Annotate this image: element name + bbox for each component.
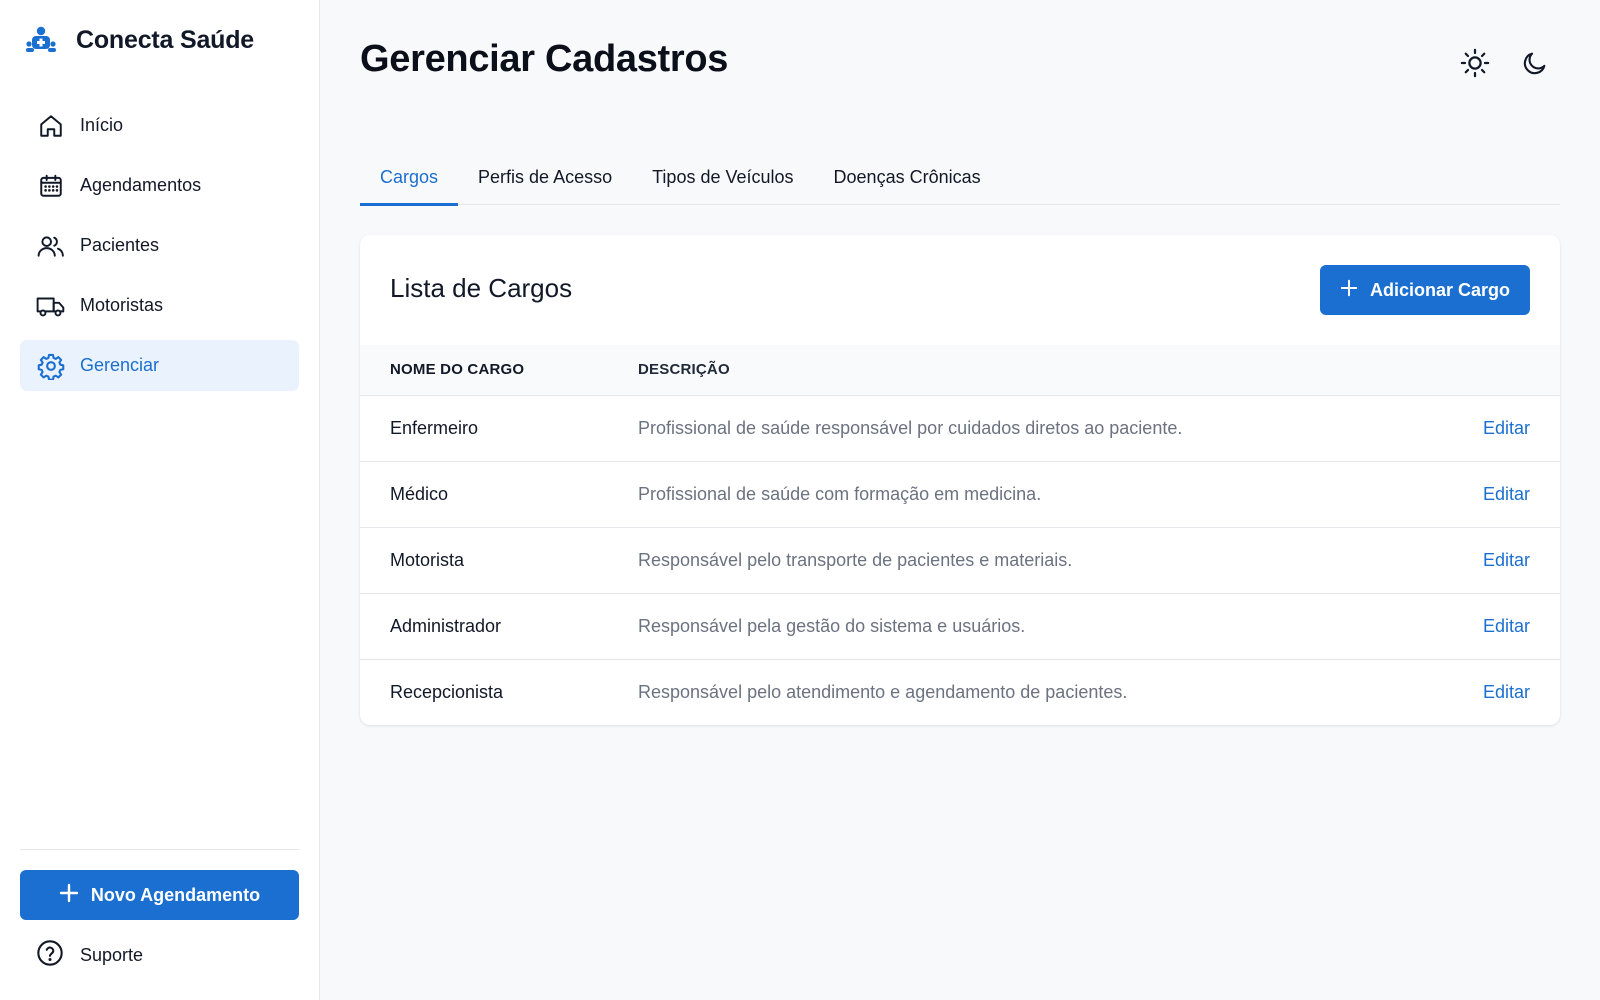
medical-team-logo-icon bbox=[24, 25, 58, 55]
role-description: Responsável pelo atendimento e agendamen… bbox=[638, 681, 1128, 702]
roles-table: NOME DO CARGO DESCRIÇÃO Enfermeiro Profi… bbox=[360, 345, 1560, 725]
role-name: Administrador bbox=[390, 615, 502, 636]
add-role-label: Adicionar Cargo bbox=[1369, 279, 1511, 300]
edit-link[interactable]: Editar bbox=[1483, 550, 1530, 570]
column-header-description: DESCRIÇÃO bbox=[638, 361, 730, 379]
role-description: Responsável pela gestão do sistema e usu… bbox=[638, 615, 1026, 636]
app-name: Conecta Saúde bbox=[76, 25, 255, 54]
table-row: Administrador Responsável pela gestão do… bbox=[360, 593, 1560, 659]
home-icon bbox=[36, 111, 66, 141]
role-name: Enfermeiro bbox=[390, 417, 479, 438]
sidebar-item-label: Motoristas bbox=[80, 295, 164, 315]
dark-theme-button[interactable] bbox=[1515, 45, 1555, 85]
tab-doencas-cronicas[interactable]: Doenças Crônicas bbox=[814, 150, 1001, 205]
table-row: Enfermeiro Profissional de saúde respons… bbox=[360, 395, 1560, 461]
moon-icon bbox=[1521, 49, 1549, 82]
tab-perfis-de-acesso[interactable]: Perfis de Acesso bbox=[458, 150, 632, 205]
edit-link[interactable]: Editar bbox=[1483, 616, 1530, 636]
support-link[interactable]: Suporte bbox=[36, 939, 144, 972]
role-name: Motorista bbox=[390, 549, 465, 570]
sidebar-item-label: Pacientes bbox=[80, 235, 160, 255]
support-label: Suporte bbox=[80, 944, 144, 965]
light-theme-button[interactable] bbox=[1455, 45, 1495, 85]
role-name: Recepcionista bbox=[390, 681, 504, 702]
role-description: Profissional de saúde responsável por cu… bbox=[638, 417, 1183, 438]
gear-icon bbox=[36, 351, 66, 381]
plus-icon bbox=[1340, 279, 1358, 302]
calendar-icon bbox=[36, 171, 66, 201]
tab-tipos-de-veiculos[interactable]: Tipos de Veículos bbox=[632, 150, 813, 205]
new-appointment-label: Novo Agendamento bbox=[90, 884, 261, 905]
roles-card: Lista de Cargos Adicionar Cargo NOME DO … bbox=[360, 235, 1560, 725]
table-row: Motorista Responsável pelo transporte de… bbox=[360, 527, 1560, 593]
sidebar-item-pacientes[interactable]: Pacientes bbox=[20, 220, 299, 271]
table-row: Médico Profissional de saúde com formaçã… bbox=[360, 461, 1560, 527]
table-row: Recepcionista Responsável pelo atendimen… bbox=[360, 659, 1560, 725]
edit-link[interactable]: Editar bbox=[1483, 418, 1530, 438]
tab-cargos[interactable]: Cargos bbox=[360, 150, 459, 206]
column-header-name: NOME DO CARGO bbox=[390, 361, 525, 379]
sidebar-item-label: Gerenciar bbox=[80, 355, 160, 375]
sidebar-nav: Início Agendamentos Pacientes Motoristas… bbox=[20, 100, 299, 400]
card-title: Lista de Cargos bbox=[390, 273, 573, 303]
sidebar-item-gerenciar[interactable]: Gerenciar bbox=[20, 340, 299, 391]
sidebar-item-label: Agendamentos bbox=[80, 175, 202, 195]
sidebar: Conecta Saúde Início Agendamentos Pacien… bbox=[0, 0, 320, 1000]
tab-bar: Cargos Perfis de Acesso Tipos de Veículo… bbox=[360, 150, 1560, 206]
brand[interactable]: Conecta Saúde bbox=[24, 22, 254, 58]
plus-icon bbox=[59, 883, 79, 908]
truck-icon bbox=[36, 291, 66, 321]
sidebar-item-label: Início bbox=[80, 115, 124, 135]
edit-link[interactable]: Editar bbox=[1483, 484, 1530, 504]
sidebar-item-motoristas[interactable]: Motoristas bbox=[20, 280, 299, 331]
sidebar-divider bbox=[20, 849, 299, 850]
role-description: Profissional de saúde com formação em me… bbox=[638, 483, 1042, 504]
add-role-button[interactable]: Adicionar Cargo bbox=[1320, 265, 1530, 315]
sidebar-item-agendamentos[interactable]: Agendamentos bbox=[20, 160, 299, 211]
new-appointment-button[interactable]: Novo Agendamento bbox=[20, 870, 299, 920]
help-circle-icon bbox=[36, 939, 64, 972]
column-header-actions bbox=[1400, 345, 1560, 395]
users-icon bbox=[36, 231, 66, 261]
sidebar-item-inicio[interactable]: Início bbox=[20, 100, 299, 151]
role-name: Médico bbox=[390, 483, 449, 504]
edit-link[interactable]: Editar bbox=[1483, 682, 1530, 702]
table-header-row: NOME DO CARGO DESCRIÇÃO bbox=[360, 345, 1560, 395]
sun-icon bbox=[1460, 48, 1490, 83]
role-description: Responsável pelo transporte de pacientes… bbox=[638, 549, 1073, 570]
page-title: Gerenciar Cadastros bbox=[360, 38, 729, 80]
